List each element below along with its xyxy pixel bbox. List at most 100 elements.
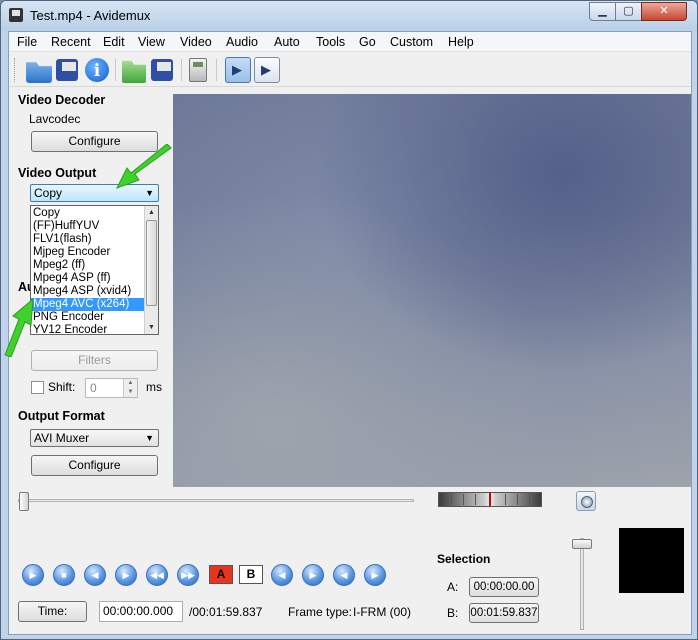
volume-slider-track[interactable] <box>580 538 584 630</box>
menu-video[interactable]: Video <box>180 35 212 49</box>
decoder-codec: Lavcodec <box>29 112 81 126</box>
selection-b-label: B: <box>447 606 459 620</box>
thumbnail-preview <box>619 528 684 593</box>
dropdown-option[interactable]: Mpeg2 (ff) <box>31 259 145 272</box>
menu-custom[interactable]: Custom <box>390 35 433 49</box>
input-mode-icon[interactable] <box>225 57 251 83</box>
menu-recent[interactable]: Recent <box>51 35 91 49</box>
dropdown-option[interactable]: (FF)HuffYUV <box>31 220 145 233</box>
previous-black-frame-icon[interactable]: ◀ <box>333 564 355 586</box>
maximize-button[interactable]: ▢ <box>615 2 642 21</box>
open-icon[interactable] <box>26 62 52 83</box>
app-icon <box>9 8 23 22</box>
menu-help[interactable]: Help <box>448 35 474 49</box>
dropdown-option[interactable]: YV12 Encoder <box>31 324 145 337</box>
previous-frame-icon[interactable]: ◀ <box>84 564 106 586</box>
selection-b-value[interactable]: 00:01:59.837 <box>469 603 539 623</box>
video-decoder-title: Video Decoder <box>18 93 106 107</box>
spin-down-icon[interactable]: ▼ <box>123 388 137 397</box>
jog-tick <box>529 494 530 505</box>
next-frame-icon[interactable]: ▶ <box>115 564 137 586</box>
volume-icon[interactable] <box>576 491 596 511</box>
jog-tick <box>463 494 464 505</box>
dropdown-option-selected[interactable]: Mpeg4 AVC (x264) <box>31 298 145 311</box>
dropdown-option[interactable]: Mjpeg Encoder <box>31 246 145 259</box>
go-to-marker-b-icon[interactable]: ▶ <box>302 564 324 586</box>
annotation-arrow-icon <box>4 297 34 357</box>
set-marker-b-button[interactable]: B <box>239 565 263 584</box>
format-configure-button[interactable]: Configure <box>31 455 158 476</box>
menu-audio[interactable]: Audio <box>226 35 258 49</box>
menu-file[interactable]: File <box>17 35 37 49</box>
output-mode-icon[interactable] <box>254 57 280 83</box>
dropdown-option[interactable]: FLV1(flash) <box>31 233 145 246</box>
menu-edit[interactable]: Edit <box>103 35 125 49</box>
output-format-title: Output Format <box>18 409 105 423</box>
close-button[interactable]: ✕ <box>641 2 687 21</box>
jog-shuttle[interactable] <box>438 492 542 507</box>
menu-auto[interactable]: Auto <box>274 35 300 49</box>
selection-a-label: A: <box>447 580 459 594</box>
seek-slider-handle[interactable] <box>19 492 29 511</box>
time-button[interactable]: Time: <box>18 601 87 622</box>
main-window: Test.mp4 - Avidemux ▁ ▢ ✕ File Recent Ed… <box>0 0 698 640</box>
output-format-selected: AVI Muxer <box>34 431 90 445</box>
video-preview[interactable] <box>173 94 691 487</box>
dropdown-option[interactable]: Mpeg4 ASP (ff) <box>31 272 145 285</box>
shift-value: 0 <box>90 381 97 395</box>
jog-tick <box>475 494 476 505</box>
frame-type-value: I-FRM (00) <box>353 605 411 619</box>
menu-bar: File Recent Edit View Video Audio Auto T… <box>9 32 691 52</box>
chevron-down-icon: ▼ <box>145 433 154 443</box>
minimize-button[interactable]: ▁ <box>589 2 616 21</box>
save-icon[interactable] <box>56 59 78 81</box>
video-output-selected: Copy <box>34 186 63 200</box>
audio-filters-button[interactable]: Filters <box>31 350 158 371</box>
save-as-icon[interactable] <box>151 59 173 81</box>
spin-up-icon[interactable]: ▲ <box>123 379 137 388</box>
dropdown-scrollbar[interactable]: ▲ ▼ <box>144 206 158 334</box>
shift-checkbox[interactable] <box>31 381 44 394</box>
scroll-up-icon[interactable]: ▲ <box>145 206 158 219</box>
dropdown-option[interactable]: Copy <box>31 207 145 220</box>
frame-type-label: Frame type: <box>288 605 353 619</box>
shift-label: Shift: <box>48 380 76 394</box>
toolbar-separator <box>115 59 116 81</box>
jog-tick <box>451 494 452 505</box>
shift-unit: ms <box>146 380 162 394</box>
menu-go[interactable]: Go <box>359 35 376 49</box>
stop-icon[interactable]: ■ <box>53 564 75 586</box>
total-time: /00:01:59.837 <box>189 605 263 619</box>
menu-view[interactable]: View <box>138 35 165 49</box>
jog-tick <box>505 494 506 505</box>
scroll-thumb[interactable] <box>146 220 157 306</box>
dropdown-option[interactable]: Mpeg4 ASP (xvid4) <box>31 285 145 298</box>
current-time-field[interactable]: 00:00:00.000 <box>99 601 183 622</box>
menu-tools[interactable]: Tools <box>316 35 345 49</box>
calculator-icon[interactable] <box>189 58 207 82</box>
title-bar[interactable]: Test.mp4 - Avidemux ▁ ▢ ✕ <box>1 1 697 31</box>
previous-keyframe-icon[interactable]: ◀◀ <box>146 564 168 586</box>
output-format-select[interactable]: AVI Muxer ▼ <box>30 429 159 447</box>
toolbar-separator <box>216 59 217 81</box>
window-title: Test.mp4 - Avidemux <box>30 8 151 23</box>
client-area: File Recent Edit View Video Audio Auto T… <box>4 31 692 635</box>
set-marker-a-button[interactable]: A <box>209 565 233 584</box>
info-icon[interactable]: i <box>85 58 109 82</box>
shift-spinbox[interactable]: 0 ▲ ▼ <box>85 378 138 398</box>
jog-tick <box>517 494 518 505</box>
next-keyframe-icon[interactable]: ▶▶ <box>177 564 199 586</box>
volume-slider-handle[interactable] <box>572 539 592 549</box>
play-icon[interactable]: ▶ <box>22 564 44 586</box>
toolbar: i <box>9 53 691 87</box>
toolbar-grip[interactable] <box>14 58 17 82</box>
dropdown-option[interactable]: PNG Encoder <box>31 311 145 324</box>
next-black-frame-icon[interactable]: ▶ <box>364 564 386 586</box>
jog-marker <box>489 493 491 506</box>
open-folder-icon[interactable] <box>122 60 146 83</box>
seek-slider-track[interactable] <box>18 499 414 502</box>
selection-a-value[interactable]: 00:00:00.00 <box>469 577 539 597</box>
go-to-marker-a-icon[interactable]: ◀ <box>271 564 293 586</box>
video-output-dropdown: Copy (FF)HuffYUV FLV1(flash) Mjpeg Encod… <box>30 205 159 337</box>
scroll-down-icon[interactable]: ▼ <box>145 321 158 334</box>
